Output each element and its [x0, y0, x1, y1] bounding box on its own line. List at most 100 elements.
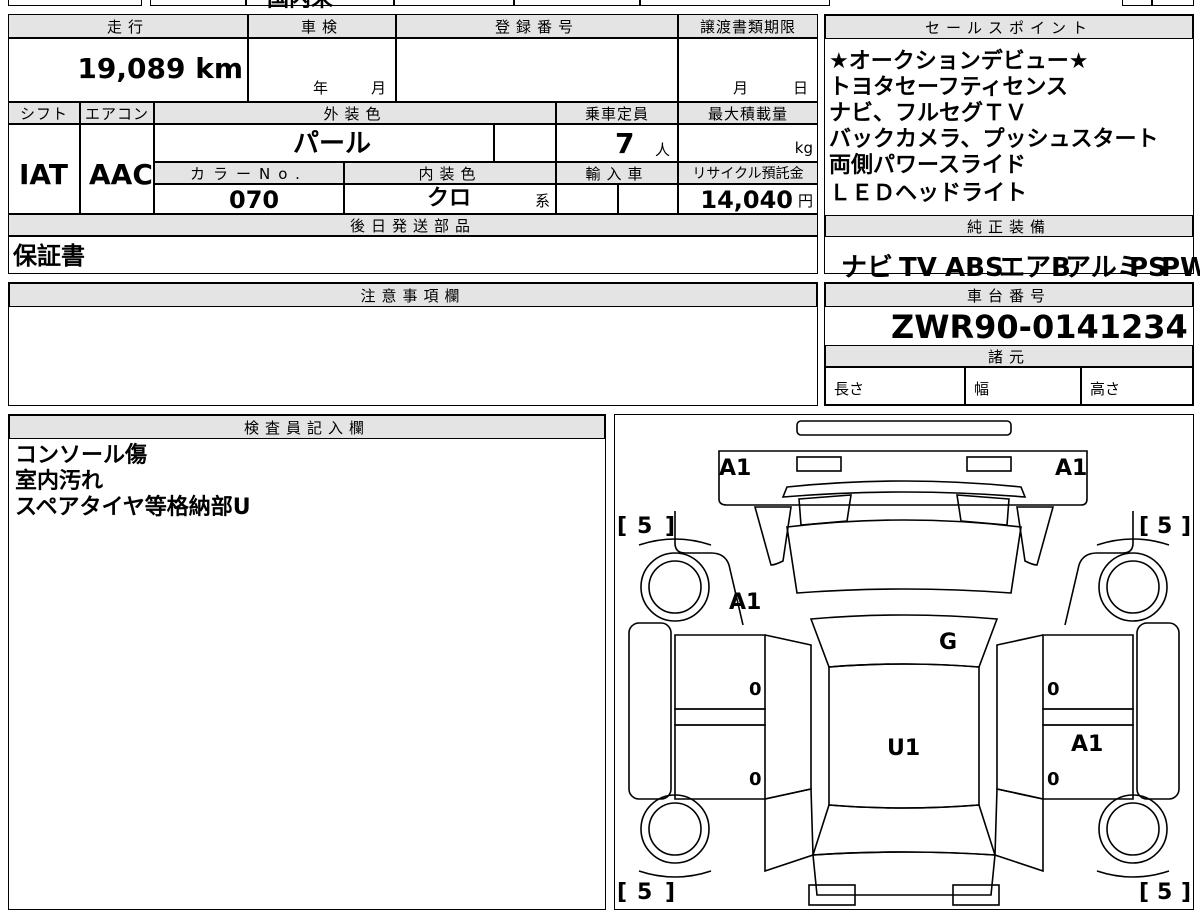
- wheel-rear-left: [640, 794, 710, 864]
- tire-rr-close: ]: [1181, 880, 1191, 905]
- interior-color-suffix: 系: [535, 192, 551, 210]
- chassis-number: ZWR90-0141234: [891, 308, 1188, 346]
- inspection-year-unit: 年: [313, 79, 329, 97]
- sales-point-6: ＬＥＤヘッドライト: [829, 181, 1028, 206]
- spec-length-cell: 長さ: [825, 367, 965, 405]
- tire-fr-open: [: [1139, 514, 1149, 539]
- inspection-cell: 年 月: [248, 38, 396, 102]
- sales-point-3: ナビ、フルセグＴＶ: [829, 101, 1028, 126]
- equipment-pw: PW: [1161, 253, 1200, 283]
- later-parts-cell: 保証書: [8, 236, 818, 274]
- mark-right-front-door-zero: 0: [1047, 679, 1060, 700]
- transfer-month-unit: 月: [733, 79, 749, 97]
- inspection-month-unit: 月: [371, 79, 387, 97]
- sales-point-5: 両側パワースライド: [829, 153, 1026, 178]
- mark-left-rear-door-zero: 0: [749, 769, 762, 790]
- mark-right-rear-door: A1: [1071, 732, 1103, 757]
- hood-vent-right: [956, 494, 1010, 526]
- tire-rr-open: [: [1139, 880, 1149, 905]
- sales-point-4: バックカメラ、プッシュスタート: [829, 127, 1159, 152]
- color-no-cell: 070: [154, 184, 344, 214]
- shift-header: シフト: [8, 102, 80, 124]
- max-load-header: 最大積載量: [678, 102, 818, 124]
- right-pillar: [996, 634, 1044, 800]
- equipment-navi: ナビ: [841, 253, 894, 283]
- later-parts-value: 保証書: [13, 242, 85, 270]
- aircon-header: エアコン: [80, 102, 154, 124]
- recycle-unit: 円: [797, 192, 813, 210]
- transfer-day-unit: 日: [793, 79, 809, 97]
- left-sill-front: [674, 708, 766, 726]
- mark-left-front-door-zero: 0: [749, 679, 762, 700]
- sales-points-header: セールスポイント: [825, 15, 1193, 39]
- left-side-step: [628, 622, 672, 800]
- transfer-doc-cell: 月 日: [678, 38, 818, 102]
- shift-value: IAT: [19, 158, 69, 191]
- import-cell-2: [618, 184, 678, 214]
- max-load-cell: kg: [678, 124, 818, 162]
- right-sill-front: [1042, 708, 1134, 726]
- exterior-color-extra-cell: [494, 124, 556, 162]
- inspection-header: 車検: [248, 14, 396, 38]
- later-parts-header: 後日発送部品: [8, 214, 818, 236]
- mark-interior: U1: [887, 736, 920, 761]
- sales-point-1: ★オークションデビュー★: [829, 49, 1089, 74]
- top-strip-cell-4: [394, 0, 514, 6]
- tire-rear-left-value: 5: [637, 880, 652, 905]
- windshield: [809, 614, 999, 668]
- front-grille: [781, 480, 1027, 498]
- wheel-front-right: [1098, 552, 1168, 622]
- tire-fr-close: ]: [1181, 514, 1191, 539]
- inspector-note-3: スペアタイヤ等格納部U: [15, 495, 251, 520]
- tire-rl-close: ]: [665, 880, 675, 905]
- interior-color-header: 内装色: [344, 162, 556, 184]
- mark-windshield: G: [939, 630, 957, 655]
- wheel-rear-right: [1098, 794, 1168, 864]
- top-strip-cell-8: [1152, 0, 1194, 6]
- exterior-color-value: パール: [293, 129, 372, 159]
- tire-front-left-value: 5: [637, 514, 652, 539]
- wheel-front-left: [640, 552, 710, 622]
- spec-length-label: 長さ: [834, 380, 865, 398]
- top-strip-cell-5: [514, 0, 640, 6]
- spec-width-cell: 幅: [965, 367, 1081, 405]
- aircon-cell: AAC: [80, 124, 154, 214]
- headlight-right: [966, 456, 1012, 472]
- equipment-tv: TV: [899, 253, 937, 283]
- front-panel: [718, 450, 1088, 506]
- chassis-panel: 車台番号 ZWR90-0141234 諸元 長さ 幅 高さ: [824, 282, 1194, 406]
- top-strip-cell-3: 国内未: [246, 0, 394, 11]
- car-diagram: A1 A1 A1 G U1 A1 0 0 0 0 [ 5 ] [ 5 ] [ 5…: [617, 420, 1191, 906]
- hood: [786, 519, 1022, 594]
- spec-width-label: 幅: [974, 380, 990, 398]
- top-strip-cell-7: [1122, 0, 1152, 6]
- right-mirror-area: [1016, 506, 1055, 566]
- capacity-unit: 人: [655, 141, 671, 159]
- specs-header: 諸元: [825, 345, 1193, 367]
- color-no-value: 070: [229, 186, 280, 214]
- tire-rear-right-value: 5: [1157, 880, 1172, 905]
- inspector-note-1: コンソール傷: [15, 443, 148, 468]
- genuine-equipment-header: 純正装備: [825, 215, 1193, 237]
- mark-front-left-corner: A1: [719, 456, 751, 481]
- right-side-step: [1136, 622, 1180, 800]
- right-rear-quarter: [994, 788, 1044, 873]
- inspector-header: 検査員記入欄: [9, 415, 605, 439]
- recycle-value: 14,040: [700, 186, 793, 214]
- capacity-header: 乗車定員: [556, 102, 678, 124]
- rear-window: [811, 804, 997, 856]
- interior-color-value: クロ: [427, 186, 472, 211]
- spec-height-label: 高さ: [1090, 380, 1121, 398]
- mileage-value: 19,089 km: [77, 52, 243, 85]
- sales-points-panel: セールスポイント ★オークションデビュー★ トヨタセーフティセンス ナビ、フルセ…: [824, 14, 1200, 281]
- sales-point-2: トヨタセーフティセンス: [829, 75, 1068, 100]
- transfer-doc-header: 譲渡書類期限: [678, 14, 818, 38]
- left-rear-quarter: [764, 788, 814, 873]
- aircon-value: AAC: [89, 158, 153, 191]
- left-pillar: [764, 634, 812, 800]
- front-bumper: [796, 420, 1012, 436]
- capacity-cell: 7 人: [556, 124, 678, 162]
- caution-header: 注意事項欄: [9, 283, 817, 307]
- inspector-panel: 検査員記入欄 コンソール傷 室内汚れ スペアタイヤ等格納部U: [8, 414, 606, 910]
- mileage-cell: 19,089 km: [8, 38, 248, 102]
